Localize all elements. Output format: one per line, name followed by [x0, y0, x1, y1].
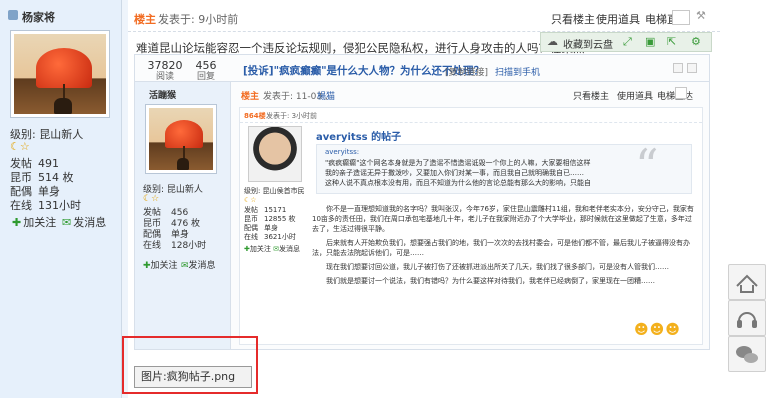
nested-quote: averyitss: "疯疯癫癫"这个网名本身就是为了造谣不惜造谣诋毁一个你上的… — [316, 139, 692, 194]
inner-floor-input — [675, 87, 687, 99]
nested-author: 级别: 昆山侯首市民 ☾☆ 发帖 15171 昆币 12855 枚 配偶 单身 在线 3… — [244, 126, 308, 253]
nested-time: 发表于: 3小时前 — [266, 112, 318, 120]
stat-row: 昆币 514 枚 — [10, 171, 74, 184]
headset-icon — [737, 312, 757, 328]
copy-link[interactable]: [复制链接] — [445, 65, 488, 78]
wechat-icon — [736, 346, 758, 363]
inner-use-tool: 使用道具 — [617, 92, 654, 102]
cloud-icon: ☁ — [547, 35, 558, 48]
body-paragraph: 现在我们想要讨回公道，我儿子被打伤了还被抓进派出所关了几天，我们找了很多部门，可… — [326, 263, 669, 271]
stat-row: 发帖 491 — [10, 157, 59, 170]
message-icon: ✉ — [62, 215, 72, 229]
back-to-top-button[interactable] — [728, 264, 766, 300]
nested-screenshot: 864楼 发表于: 3小时前 级别: 昆山侯首市民 ☾☆ 发帖 15171 昆币 1… — [239, 107, 703, 345]
scan-to-phone[interactable]: 扫描到手机 — [495, 65, 540, 78]
inner-post-author: 楊猫 — [317, 92, 336, 102]
customer-service-button[interactable] — [728, 300, 766, 336]
gear-icon[interactable]: ⚙ — [691, 35, 701, 48]
body-paragraph: 你不是一直理想知道我的名字吗？我叫张汉，今年76岁，家住昆山震雕村11组，我和老… — [312, 205, 694, 233]
nested-avatar — [248, 126, 302, 182]
divider — [240, 122, 702, 123]
embedded-screenshot: 37820 阅读 456 回复 [投诉]"疯疯癫癫"是什么大人物？为什么还不处理… — [134, 54, 710, 350]
post-time: 发表于: 9小时前 — [158, 13, 239, 26]
author-username[interactable]: 杨家将 — [22, 9, 55, 25]
avatar[interactable] — [10, 30, 110, 118]
nested-level: 级别: 昆山侯首市民 — [244, 187, 305, 195]
inner-only-author: 只看楼主 — [573, 92, 610, 102]
expand-icon[interactable]: ⤢ — [623, 35, 632, 49]
quote-mark-icon: “ — [635, 139, 659, 193]
cloud-save-button[interactable]: 收藏到云盘 — [563, 36, 613, 51]
quote-line: "疯疯癫癫"这个网名本身就是为了造谣不惜造谣诋毁一个你上的人嘛，大家要相信这样 — [325, 159, 591, 167]
post-header: 楼主 发表于: 9小时前 只看楼主 使用道具 电梯直达 ⚒ — [128, 0, 720, 32]
body-paragraph: 我们就是想要讨一个说法，我们有错吗？为什么要这样对待我们，我老伴已经病倒了，家里… — [326, 277, 655, 285]
inner-stats: 发帖 456 昆币 476 枚 配偶 单身 在线 128小时 — [143, 208, 207, 251]
wechat-button[interactable] — [728, 336, 766, 372]
next-arrow-icon[interactable] — [687, 63, 697, 73]
use-tool-link[interactable]: 使用道具 — [596, 11, 640, 27]
quote-author: averyitss: — [325, 148, 360, 156]
nested-actions: ✚加关注 ✉发消息 — [244, 245, 300, 253]
follow-button[interactable]: ✚ 加关注 — [12, 214, 56, 230]
author-sidebar: 杨家将 级别: 昆山新人 ☾☆ 发帖 491 昆币 514 枚 配偶 单身 在线 131… — [0, 0, 122, 398]
prev-arrow-icon[interactable] — [673, 63, 683, 73]
nested-stats: 发帖 15171 昆币 12855 枚 配偶 单身 在线 3621小时 — [244, 206, 296, 241]
inner-op-badge: 楼主 — [241, 92, 260, 102]
nested-author-title: averyitss 的帖子 — [316, 132, 402, 143]
wrench-icon[interactable]: ⚒ — [696, 9, 706, 22]
quote-line: 我的亲子造谣无异于撒泼吵，又要加入你们对某一事，而且我自己就明确我自已…… — [325, 169, 584, 177]
op-badge: 楼主 — [134, 13, 156, 26]
body-paragraph: 后来就有人开始欺负我们，想要强占我们的地，我们一次次的去找村委会，可是他们都不管… — [312, 239, 690, 257]
floor-input[interactable] — [672, 10, 690, 25]
author-stats: 发帖 491 昆币 514 枚 配偶 单身 在线 131小时 — [10, 157, 110, 213]
inner-username: 活蹦猴 — [149, 91, 177, 101]
level-badge-icon: ☾☆ — [10, 140, 30, 153]
emoji-icons: ☻☻☻ — [634, 322, 681, 338]
image-caption: 图片:疯狗帖子.png — [134, 366, 252, 388]
inner-follow: ✚加关注 — [143, 261, 178, 271]
stat-row: 配偶 单身 — [10, 185, 60, 198]
plus-icon: ✚ — [12, 215, 22, 229]
inner-avatar — [145, 104, 217, 174]
nested-body: 你不是一直理想知道我的名字吗？我叫张汉，今年76岁，家住昆山震雕村11组，我和老… — [312, 204, 698, 286]
nested-level-badge-icon: ☾☆ — [244, 196, 257, 204]
nested-floor-label: 864楼 — [244, 112, 266, 120]
only-author-link[interactable]: 只看楼主 — [551, 11, 595, 27]
inner-author-sidebar: 活蹦猴 级别: 昆山新人 ☾☆ 发帖 456 昆币 476 枚 配偶 单身 在线 128… — [135, 82, 231, 349]
user-icon — [8, 10, 18, 20]
save-icon[interactable]: ▣ — [645, 35, 655, 48]
home-up-icon — [736, 274, 758, 293]
floating-toolbar: ☁ 收藏到云盘 ⤢ ▣ ⇱ ⚙ — [540, 32, 712, 52]
quote-line: 这种人说不真点根本没有用，而且不知道为什么他的言论总能有那么大的影响，只能自 — [325, 179, 591, 187]
stat-row: 在线 131小时 — [10, 199, 81, 212]
share-icon[interactable]: ⇱ — [667, 35, 676, 48]
send-message-button[interactable]: ✉ 发消息 — [62, 214, 106, 230]
inner-level-badge-icon: ☾☆ — [143, 194, 160, 204]
inner-message: ✉发消息 — [181, 261, 216, 271]
